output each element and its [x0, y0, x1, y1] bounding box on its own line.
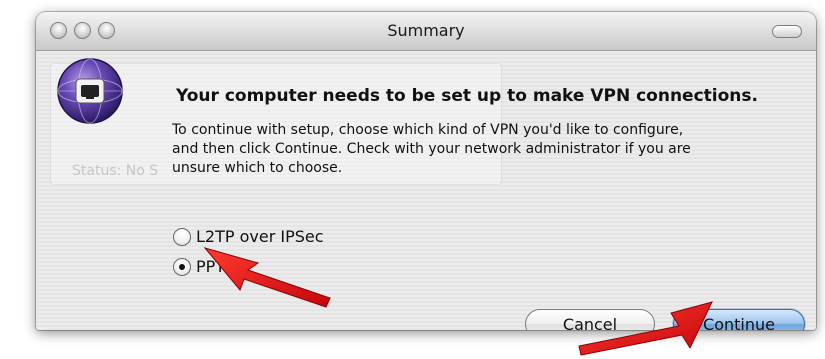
title-bar: Summary [36, 12, 816, 51]
cancel-button[interactable]: Cancel [525, 309, 655, 330]
dialog-description: To continue with setup, choose which kin… [172, 121, 812, 178]
description-line: unsure which to choose. [172, 160, 343, 176]
radio-label-pptp[interactable]: PPTP [196, 257, 235, 276]
radio-button-l2tp[interactable] [173, 227, 191, 246]
dialog-heading: Your computer needs to be set up to make… [176, 86, 758, 106]
description-line: To continue with setup, choose which kin… [172, 122, 684, 138]
screenshot-stage: Summary Status: No S Your computer needs… [0, 0, 825, 359]
radio-option-l2tp[interactable]: L2TP over IPSec [173, 227, 324, 246]
summary-dialog-window: Summary Status: No S Your computer needs… [36, 12, 816, 330]
toolbar-toggle-button[interactable] [772, 25, 802, 38]
description-line: and then click Continue. Check with your… [172, 141, 691, 157]
dialog-content: Status: No S Your computer needs to be s… [36, 51, 816, 330]
background-status-text: Status: No S [72, 163, 159, 179]
window-title: Summary [387, 21, 465, 40]
radio-button-pptp[interactable] [173, 257, 191, 276]
vpn-globe-icon [57, 58, 123, 124]
radio-label-l2tp[interactable]: L2TP over IPSec [196, 227, 324, 246]
radio-option-pptp[interactable]: PPTP [173, 257, 235, 276]
continue-button[interactable]: Continue [673, 309, 805, 330]
